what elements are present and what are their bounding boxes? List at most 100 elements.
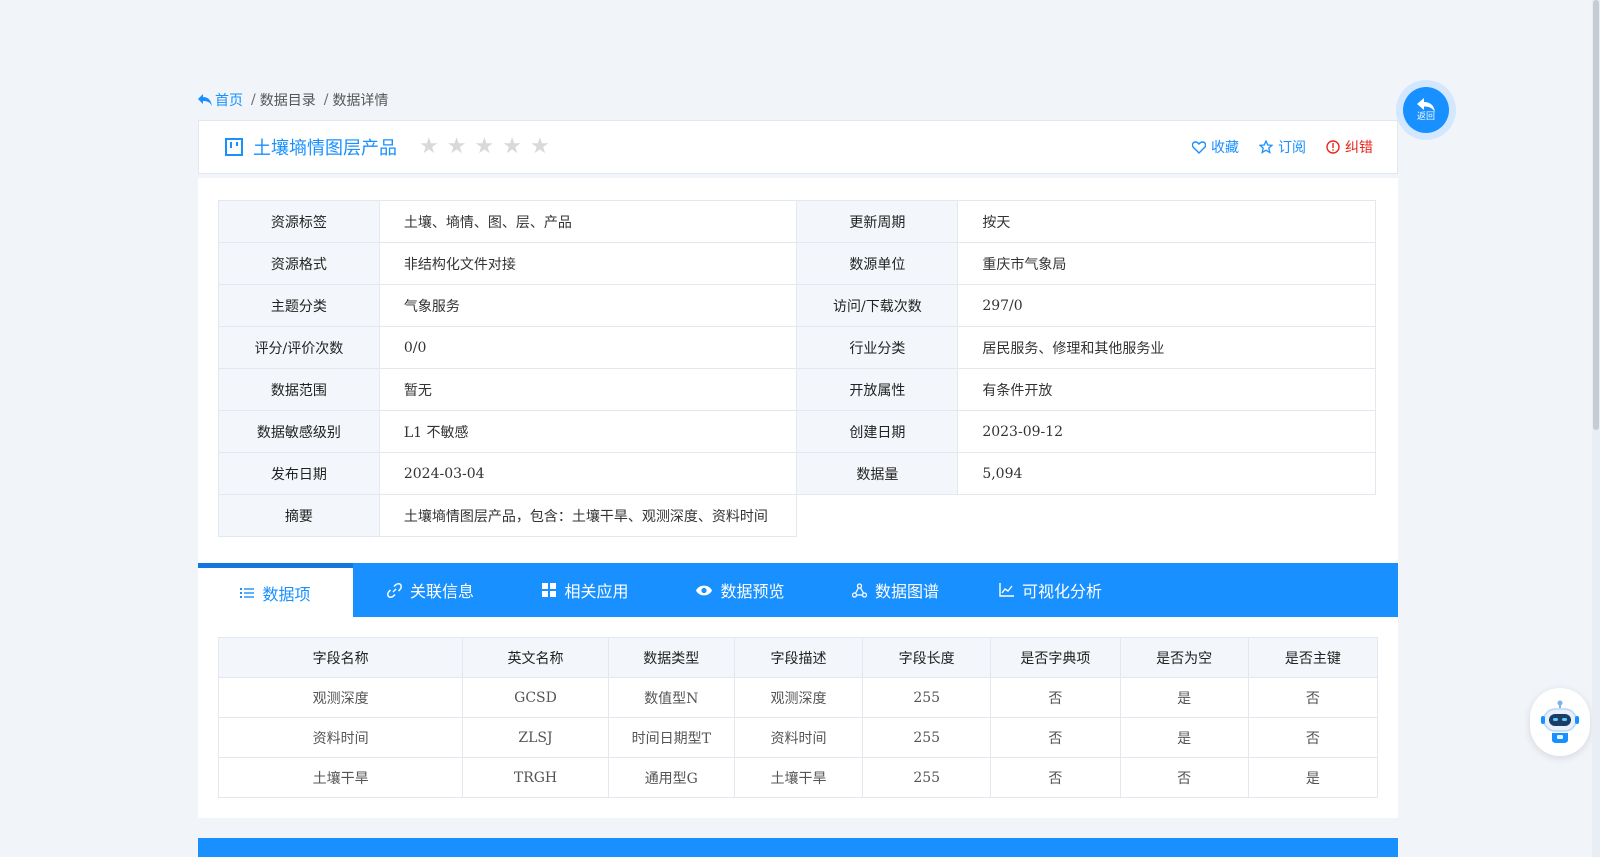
column-header: 字段描述 (733, 637, 864, 678)
info-value: 按天 (957, 200, 1376, 243)
info-value: 非结构化文件对接 (378, 242, 798, 285)
report-error-label: 纠错 (1345, 140, 1373, 156)
tab-data-graph[interactable]: 数据图谱 (818, 563, 973, 617)
column-header: 英文名称 (462, 637, 609, 678)
info-row: 主题分类 气象服务 访问/下载次数 297/0 (218, 284, 1376, 327)
info-label: 行业分类 (796, 326, 959, 369)
table-cell: GCSD (462, 677, 609, 718)
column-header: 是否字典项 (990, 637, 1121, 678)
info-label: 开放属性 (796, 368, 959, 411)
table-row: 观测深度 GCSD 数值型N 观测深度 255 否 是 否 (217, 677, 1379, 718)
rating-stars[interactable]: ★ ★ ★ ★ ★ (419, 136, 550, 158)
page-scrollbar[interactable] (1592, 0, 1600, 857)
tab-data-preview[interactable]: 数据预览 (663, 563, 818, 617)
robot-icon (1541, 700, 1579, 743)
back-button-label: 返回 (1416, 112, 1435, 122)
star-icon[interactable]: ★ (474, 136, 494, 158)
info-label: 创建日期 (796, 410, 959, 453)
reply-arrow-icon (1417, 98, 1435, 112)
table-cell: 是 (1247, 757, 1379, 798)
table-cell: 资料时间 (217, 717, 464, 758)
table-cell: 255 (862, 717, 992, 758)
info-label: 数源单位 (796, 242, 959, 285)
subscribe-label: 订阅 (1278, 140, 1306, 156)
breadcrumb-item-catalog[interactable]: 数据目录 (260, 90, 316, 110)
table-cell: 资料时间 (733, 717, 864, 758)
info-row-summary: 摘要 土壤墒情图层产品，包含：土壤干旱、观测深度、资料时间 (218, 494, 1376, 537)
tab-related-info[interactable]: 关联信息 (353, 563, 508, 617)
title-card: 土壤墒情图层产品 ★ ★ ★ ★ ★ 收藏 订阅 纠错 (198, 120, 1398, 174)
info-value: 0/0 (378, 326, 798, 369)
tab-visual-analysis[interactable]: 可视化分析 (973, 563, 1128, 617)
summary-value: 土壤墒情图层产品，包含：土壤干旱、观测深度、资料时间 (378, 494, 798, 537)
star-icon[interactable]: ★ (447, 136, 467, 158)
column-header: 是否为空 (1119, 637, 1249, 678)
breadcrumb-separator: / (323, 92, 329, 108)
layer-product-icon (225, 138, 243, 156)
tab-label: 可视化分析 (1021, 582, 1102, 601)
grid-apps-icon (542, 583, 557, 597)
tab-data-items[interactable]: 数据项 (198, 563, 353, 617)
table-cell: 土壤干旱 (733, 757, 864, 798)
table-cell: 否 (990, 757, 1121, 798)
breadcrumb-separator: / (251, 92, 256, 108)
tab-related-apps[interactable]: 相关应用 (508, 563, 663, 617)
data-fields-table: 字段名称 英文名称 数据类型 字段描述 字段长度 是否字典项 是否为空 是否主键… (217, 637, 1379, 798)
breadcrumb-home[interactable]: 首页 (198, 90, 243, 110)
list-icon (240, 587, 255, 598)
table-cell: TRGH (462, 757, 609, 798)
breadcrumb: 首页 / 数据目录 / 数据详情 (198, 90, 388, 110)
info-value: 暂无 (378, 368, 798, 411)
table-cell: 观测深度 (733, 677, 864, 718)
table-cell: 255 (862, 677, 992, 718)
table-cell: 数值型N (607, 677, 735, 718)
table-cell: 是 (1119, 677, 1249, 718)
column-header: 是否主键 (1247, 637, 1379, 678)
info-value: 5,094 (957, 452, 1376, 495)
title-actions: 收藏 订阅 纠错 (1192, 121, 1373, 173)
alert-circle-icon (1326, 140, 1340, 154)
heart-icon (1192, 140, 1206, 154)
info-row: 发布日期 2024-03-04 数据量 5,094 (218, 452, 1376, 495)
info-value: L1 不敏感 (378, 410, 798, 453)
info-value: 土壤、墒情、图、层、产品 (378, 200, 798, 243)
page: 首页 / 数据目录 / 数据详情 土壤墒情图层产品 ★ ★ ★ ★ ★ 收藏 订… (0, 0, 1600, 857)
scrollbar-thumb[interactable] (1593, 0, 1599, 430)
info-label: 更新周期 (796, 200, 959, 243)
favorite-label: 收藏 (1211, 140, 1239, 156)
info-card: 资源标签 土壤、墒情、图、层、产品 更新周期 按天 资源格式 非结构化文件对接 … (198, 178, 1398, 818)
star-icon[interactable]: ★ (419, 136, 439, 158)
page-title: 土壤墒情图层产品 (253, 138, 397, 159)
info-label: 访问/下载次数 (796, 284, 959, 327)
table-cell: 255 (862, 757, 992, 798)
table-cell: 是 (1119, 717, 1249, 758)
detail-tabs: 数据项 关联信息 相关应用 数据预览 数据图谱 可视化分析 (198, 563, 1398, 617)
info-value: 重庆市气象局 (957, 242, 1376, 285)
info-label: 资源标签 (218, 200, 380, 243)
back-button-inner: 返回 (1403, 87, 1449, 133)
table-row: 资料时间 ZLSJ 时间日期型T 资料时间 255 否 是 否 (217, 717, 1379, 758)
reply-arrow-icon (198, 94, 212, 106)
info-label: 数据量 (796, 452, 959, 495)
table-cell: 否 (1119, 757, 1249, 798)
star-icon[interactable]: ★ (530, 136, 550, 158)
info-label: 主题分类 (218, 284, 380, 327)
info-row: 数据范围 暂无 开放属性 有条件开放 (218, 368, 1376, 411)
info-label: 评分/评价次数 (218, 326, 380, 369)
star-outline-icon (1259, 140, 1273, 154)
star-icon[interactable]: ★ (502, 136, 522, 158)
report-error-button[interactable]: 纠错 (1326, 137, 1373, 157)
back-button[interactable]: 返回 (1396, 80, 1456, 140)
info-value: 有条件开放 (957, 368, 1376, 411)
resource-info-table: 资源标签 土壤、墒情、图、层、产品 更新周期 按天 资源格式 非结构化文件对接 … (218, 200, 1376, 537)
favorite-button[interactable]: 收藏 (1192, 137, 1239, 157)
table-cell: 否 (990, 677, 1121, 718)
info-label: 发布日期 (218, 452, 380, 495)
info-value: 气象服务 (378, 284, 798, 327)
table-header-row: 字段名称 英文名称 数据类型 字段描述 字段长度 是否字典项 是否为空 是否主键 (217, 637, 1379, 678)
tab-label: 相关应用 (564, 582, 629, 601)
assistant-robot-button[interactable] (1530, 688, 1590, 756)
info-label: 数据范围 (218, 368, 380, 411)
empty-cell (797, 495, 1376, 537)
subscribe-button[interactable]: 订阅 (1259, 137, 1306, 157)
